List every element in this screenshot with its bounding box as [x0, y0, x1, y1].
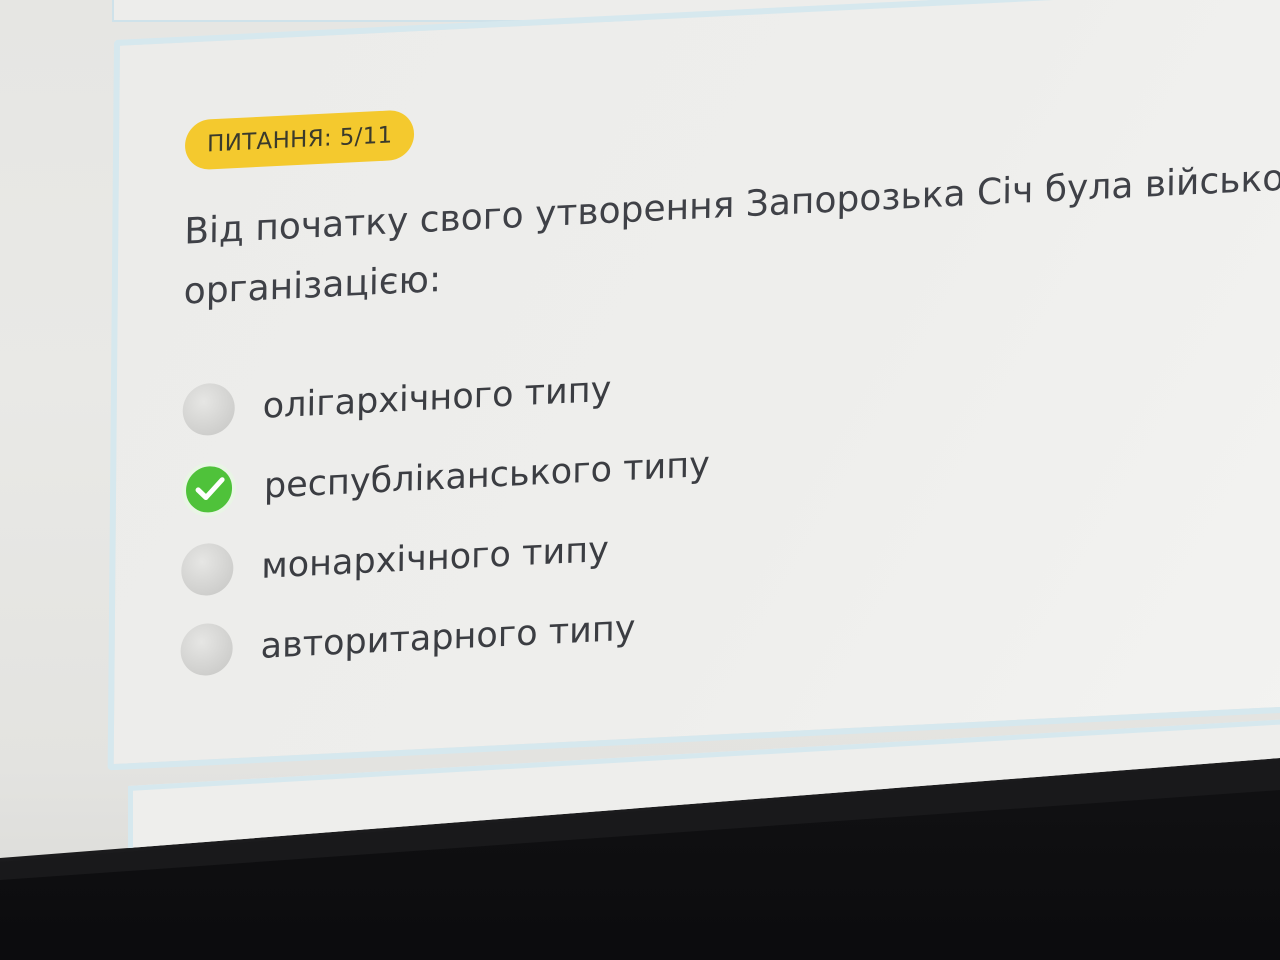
radio-icon[interactable]: [181, 542, 234, 597]
question-number-badge: ПИТАННЯ: 5/11: [184, 109, 415, 171]
answer-option-label: олігархічного типу: [262, 369, 612, 427]
checkmark-icon[interactable]: [181, 461, 237, 518]
answer-option-label: республіканського типу: [263, 444, 711, 507]
radio-icon[interactable]: [182, 382, 235, 437]
answer-option-label: монархічного типу: [261, 529, 609, 587]
question-text: Від початку свого утворення Запорозька С…: [184, 144, 1280, 323]
screen: ПИТАННЯ: 5/11 Від початку свого утворенн…: [0, 0, 1280, 960]
answer-option-label: авторитарного типу: [260, 608, 636, 667]
answer-options: олігархічного типу республіканського тип…: [180, 315, 1280, 691]
radio-icon[interactable]: [180, 622, 233, 677]
question-card: ПИТАННЯ: 5/11 Від початку свого утворенн…: [107, 0, 1280, 771]
